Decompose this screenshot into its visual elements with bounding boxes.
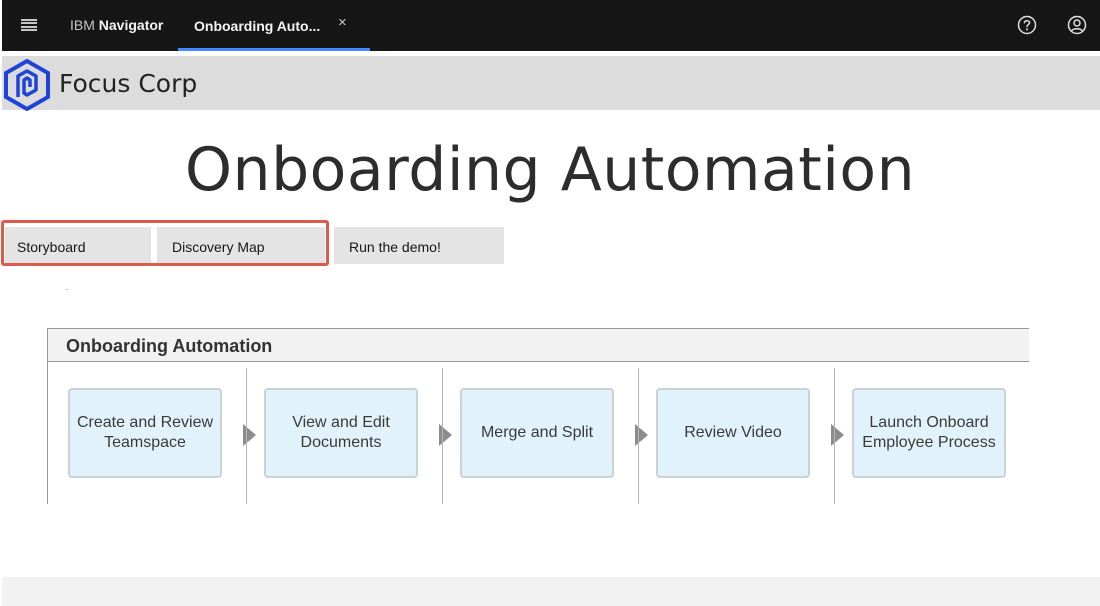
arrow-right-icon — [635, 424, 648, 446]
step-view-edit-documents[interactable]: View and Edit Documents — [264, 388, 418, 478]
close-icon[interactable]: × — [338, 14, 347, 31]
arrow-right-icon — [831, 424, 844, 446]
tab-run-the-demo[interactable]: Run the demo! — [334, 227, 504, 264]
arrow-right-icon — [439, 424, 452, 446]
lane-separator — [442, 368, 443, 504]
step-review-video[interactable]: Review Video — [656, 388, 810, 478]
active-tab-indicator — [178, 48, 370, 51]
top-navigation-bar: IBM Navigator Onboarding Auto... × — [0, 0, 1100, 51]
page-title: Onboarding Automation — [184, 135, 916, 205]
diagram-title: Onboarding Automation — [66, 336, 273, 356]
lane-separator — [638, 368, 639, 504]
tab-onboarding-automation[interactable]: Onboarding Auto... × — [178, 0, 370, 51]
page-footer — [2, 577, 1100, 606]
decorative-dot — [66, 289, 68, 290]
process-diagram: Onboarding Automation Create and Review … — [47, 328, 1029, 504]
brand-name: Navigator — [98, 17, 164, 33]
focus-corp-logo — [2, 58, 52, 112]
tab-storyboard[interactable]: Storyboard — [5, 227, 151, 264]
hamburger-menu-icon[interactable] — [12, 8, 46, 42]
help-icon[interactable] — [1015, 13, 1039, 37]
app-brand[interactable]: IBM Navigator — [70, 17, 163, 33]
lane-separator — [834, 368, 835, 504]
step-merge-and-split[interactable]: Merge and Split — [460, 388, 614, 478]
step-launch-onboard-employee-process[interactable]: Launch Onboard Employee Process — [852, 388, 1006, 478]
arrow-right-icon — [243, 424, 256, 446]
tab-label: Onboarding Auto... — [194, 18, 321, 34]
company-banner: Focus Corp — [2, 56, 1100, 112]
lane-separator — [246, 368, 247, 504]
diagram-header: Onboarding Automation — [47, 328, 1029, 362]
diagram-left-border — [47, 362, 48, 504]
company-name: Focus Corp — [59, 69, 198, 98]
step-create-review-teamspace[interactable]: Create and Review Teamspace — [68, 388, 222, 478]
brand-prefix: IBM — [70, 17, 95, 33]
tab-discovery-map[interactable]: Discovery Map — [157, 227, 325, 264]
user-avatar-icon[interactable] — [1065, 13, 1089, 37]
